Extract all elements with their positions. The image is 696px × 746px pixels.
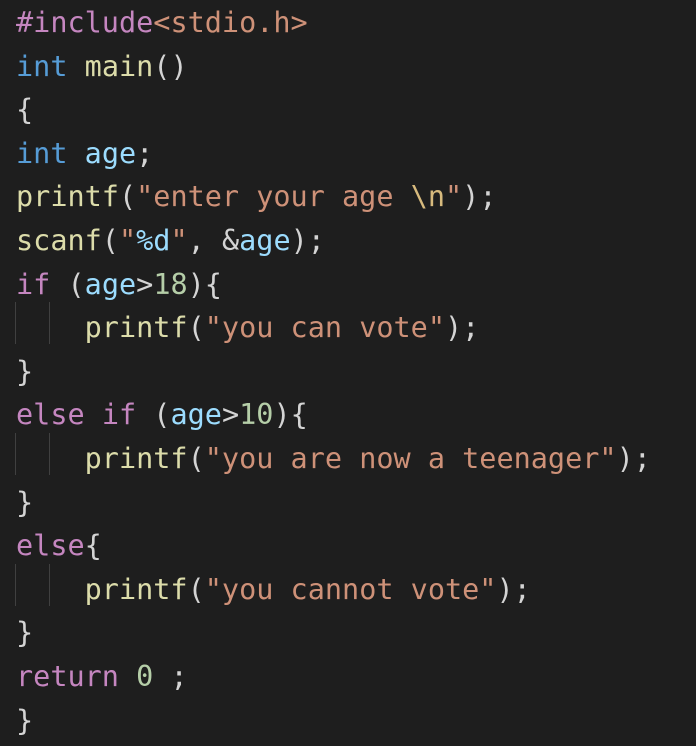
indent-guide — [49, 563, 50, 606]
code-token: > — [221, 398, 240, 432]
indent-guide — [49, 302, 50, 345]
code-token: printf — [84, 572, 188, 606]
code-token: ( — [187, 311, 205, 345]
code-token: 10 — [239, 398, 274, 432]
code-token: ); — [496, 572, 531, 606]
code-line[interactable]: else{ — [16, 524, 102, 568]
code-token: ){ — [187, 267, 222, 301]
code-token: } — [16, 354, 34, 388]
code-token: ( — [187, 442, 205, 475]
code-editor[interactable]: #include<stdio.h> int main(){int age; prin… — [15, 0, 696, 746]
code-token: 18 — [153, 267, 188, 301]
code-token: "you are now a teenager" — [204, 442, 617, 475]
code-line[interactable]: printf("you are now a teenager"); — [16, 437, 651, 481]
code-line[interactable]: { — [16, 88, 33, 132]
code-token: age — [84, 267, 137, 301]
code-line[interactable]: printf("you cannot vote"); — [16, 568, 531, 612]
code-line[interactable]: #include<stdio.h> — [16, 1, 308, 45]
code-token: ; — [136, 136, 154, 170]
code-token: ); — [444, 311, 480, 345]
code-token: else — [16, 529, 85, 563]
code-token: " — [118, 224, 137, 257]
code-token: > — [136, 267, 154, 301]
code-token: ( — [50, 267, 85, 301]
code-token: ); — [616, 442, 651, 475]
code-token: "you can vote" — [204, 311, 445, 345]
code-token: %d — [136, 224, 171, 257]
code-line[interactable]: } — [16, 350, 33, 394]
indent-guide — [49, 433, 50, 475]
indent-guide — [15, 563, 16, 606]
code-line[interactable]: scanf("%d", &age); — [16, 219, 325, 263]
code-token: () — [153, 49, 188, 83]
code-line[interactable]: if (age>18){ — [16, 263, 222, 307]
code-line[interactable]: } — [16, 699, 33, 743]
code-line[interactable]: else if (age>10){ — [16, 393, 308, 437]
code-token: , & — [187, 224, 240, 257]
code-line[interactable]: } — [16, 611, 33, 655]
code-token: if — [101, 398, 137, 432]
code-line[interactable]: int main() — [16, 45, 188, 89]
code-token: } — [16, 485, 34, 519]
code-token: "you cannot vote" — [204, 572, 497, 606]
code-token: 0 — [136, 660, 154, 693]
code-token: age — [170, 398, 222, 432]
code-token: ( — [187, 572, 205, 606]
code-token: if — [16, 267, 51, 301]
code-token: { — [84, 529, 102, 563]
code-line[interactable]: printf("enter your age \n"); — [16, 175, 497, 219]
code-token: ); — [290, 224, 325, 257]
code-token: \n — [410, 180, 445, 214]
code-token: else — [16, 398, 85, 432]
code-token: ( — [136, 398, 171, 432]
code-token: ; — [153, 660, 188, 693]
code-token: printf — [16, 180, 119, 214]
code-token: ){ — [273, 398, 308, 432]
code-token: ( — [101, 224, 119, 257]
code-line[interactable]: } — [16, 481, 33, 525]
code-line[interactable]: int age; — [16, 132, 153, 176]
code-token: " — [170, 224, 188, 257]
code-token: int — [16, 49, 68, 83]
code-token: return — [16, 660, 119, 693]
code-token: #include — [16, 6, 154, 39]
code-token: printf — [84, 311, 188, 345]
code-token: scanf — [16, 224, 102, 257]
code-token: { — [16, 93, 34, 127]
indent-guide — [15, 302, 16, 345]
code-token: ( — [118, 180, 137, 214]
code-token: age — [239, 224, 291, 257]
code-line[interactable]: return 0 ; — [16, 655, 188, 699]
code-line[interactable]: printf("you can vote"); — [16, 306, 480, 350]
code-token: } — [16, 703, 34, 737]
code-token: } — [16, 616, 34, 650]
code-token: " — [445, 180, 463, 214]
code-token: age — [84, 136, 137, 170]
indent-guide — [15, 433, 16, 475]
code-token: printf — [84, 442, 188, 475]
code-token: int — [16, 136, 68, 170]
code-token: ); — [462, 180, 497, 214]
code-token: "enter your age — [136, 180, 411, 214]
code-token: main — [84, 49, 154, 83]
code-token: <stdio.h> — [153, 6, 308, 39]
